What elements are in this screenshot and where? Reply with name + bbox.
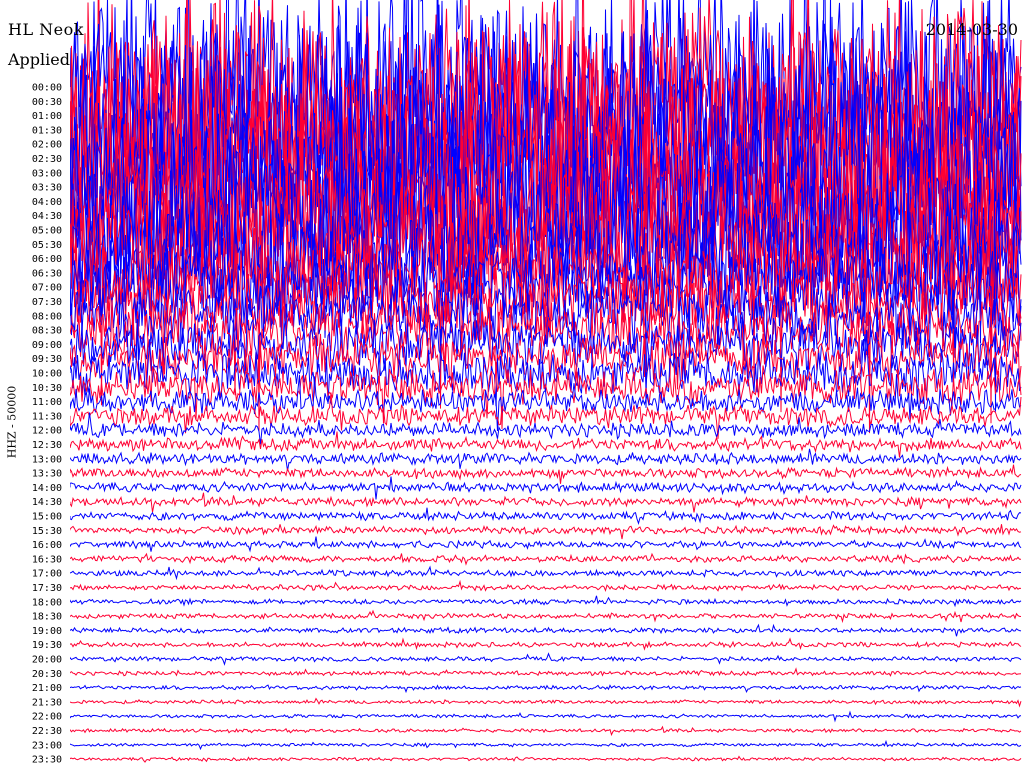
row-label: 20:30 (32, 669, 62, 680)
station-title: HL Neok (8, 20, 84, 39)
row-label: 13:00 (32, 454, 62, 465)
row-label: 16:30 (32, 554, 62, 565)
trace-row (70, 637, 1022, 651)
row-label: 18:00 (32, 597, 62, 608)
row-label: 01:30 (32, 125, 62, 136)
trace-row (70, 623, 1022, 637)
row-label: 10:30 (32, 383, 62, 394)
row-label: 15:00 (32, 512, 62, 523)
row-label: 03:30 (32, 183, 62, 194)
row-label: 05:30 (32, 240, 62, 251)
row-label: 08:30 (32, 326, 62, 337)
row-label: 19:30 (32, 640, 62, 651)
row-label: 13:30 (32, 469, 62, 480)
row-label: 12:00 (32, 426, 62, 437)
row-label: 09:30 (32, 354, 62, 365)
row-label: 12:30 (32, 440, 62, 451)
filter-label: Applied (8, 50, 70, 69)
trace-row (70, 609, 1022, 624)
row-label: 15:30 (32, 526, 62, 537)
row-label: 11:30 (32, 411, 62, 422)
trace-row (70, 448, 1022, 471)
trace-row (70, 595, 1022, 608)
row-label: 16:00 (32, 540, 62, 551)
row-label: 14:00 (32, 483, 62, 494)
row-label: 04:30 (32, 211, 62, 222)
row-label: 23:30 (32, 755, 62, 766)
trace-row (70, 755, 1022, 763)
row-label: 14:30 (32, 497, 62, 508)
trace-row (70, 565, 1022, 581)
trace-row (70, 464, 1022, 484)
row-label: 21:00 (32, 683, 62, 694)
trace-row (70, 476, 1022, 500)
trace-group (70, 0, 1022, 763)
helicorder-plot: 00:00 00:30 01:00 01:30 02:00 02:30 03:00 03:30… (32, 0, 1022, 766)
row-label: 07:30 (32, 297, 62, 308)
trace-row (70, 579, 1022, 593)
time-tick-labels: 00:00 00:30 01:00 01:30 02:00 02:30 03:00 03:30… (32, 83, 62, 766)
trace-row (70, 552, 1021, 566)
row-label: 01:00 (32, 111, 62, 122)
row-label: 17:00 (32, 569, 62, 580)
trace-row (70, 652, 1022, 666)
row-label: 21:30 (32, 697, 62, 708)
row-label: 06:30 (32, 268, 62, 279)
row-label: 22:30 (32, 726, 62, 737)
row-label: 03:00 (32, 168, 62, 179)
trace-row (70, 725, 1022, 737)
row-label: 11:00 (32, 397, 62, 408)
trace-row (70, 507, 1022, 526)
row-label: 06:00 (32, 254, 62, 265)
row-label: 05:00 (32, 226, 62, 237)
row-label: 18:30 (32, 612, 62, 623)
trace-row (70, 739, 1022, 751)
row-label: 09:00 (32, 340, 62, 351)
row-label: 23:00 (32, 740, 62, 751)
date-label: 2014-03-30 (925, 20, 1018, 39)
row-label: 04:00 (32, 197, 62, 208)
trace-row (70, 524, 1022, 540)
trace-row (70, 667, 1022, 677)
trace-row (70, 536, 1022, 553)
row-label: 08:00 (32, 311, 62, 322)
row-label: 19:00 (32, 626, 62, 637)
row-label: 20:00 (32, 655, 62, 666)
trace-row (70, 684, 1022, 694)
row-label: 00:00 (32, 83, 62, 94)
trace-row (70, 697, 1022, 708)
trace-row (70, 412, 1022, 445)
row-label: 17:30 (32, 583, 62, 594)
trace-row (70, 492, 1022, 513)
row-label: 10:00 (32, 369, 62, 380)
row-label: 02:00 (32, 140, 62, 151)
row-label: 00:30 (32, 97, 62, 108)
trace-row (70, 431, 1022, 458)
row-label: 02:30 (32, 154, 62, 165)
row-label: 22:00 (32, 712, 62, 723)
trace-row (70, 710, 1022, 723)
row-label: 07:00 (32, 283, 62, 294)
